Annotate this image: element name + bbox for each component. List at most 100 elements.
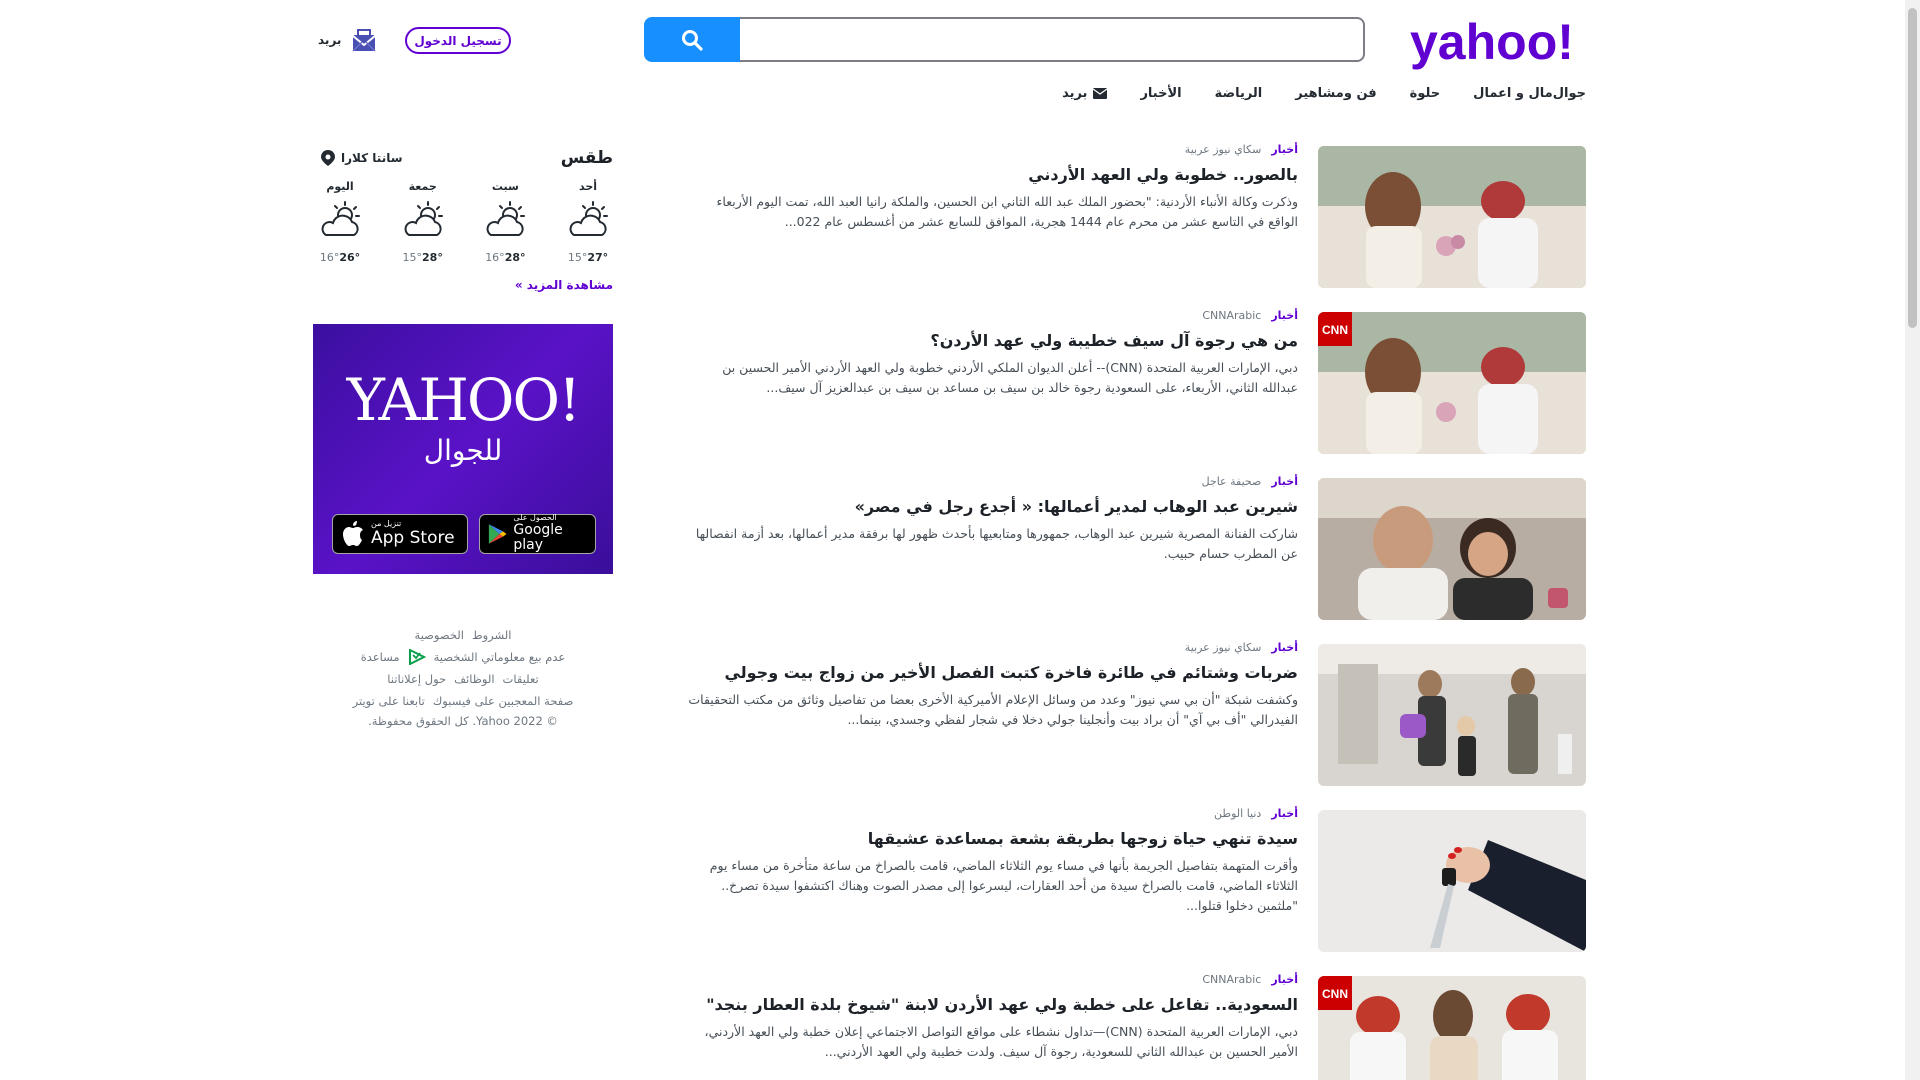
footer-do-not-sell-link[interactable]: عدم بيع معلوماتي الشخصية bbox=[434, 646, 566, 668]
nav-item-lifestyle[interactable]: حلوة bbox=[1410, 86, 1441, 101]
story-headline[interactable]: ضربات وشتائم في طائرة فاخرة كتبت الفصل ا… bbox=[688, 662, 1298, 684]
story-category[interactable]: أخبار bbox=[1271, 309, 1298, 322]
nav-item-finance[interactable]: مال و اعمال bbox=[1473, 86, 1553, 101]
mail-link[interactable]: بريد bbox=[318, 27, 377, 53]
footer-jobs-link[interactable]: الوظائف bbox=[454, 668, 494, 690]
story-summary: شاركت الفنانة المصرية شيرين عبد الوهاب، … bbox=[695, 526, 1298, 561]
temp-high: 28° bbox=[422, 251, 443, 264]
search-button[interactable] bbox=[644, 17, 740, 62]
nav-item-mail[interactable]: بريد bbox=[1062, 86, 1108, 101]
story-item[interactable]: أخبار صحيفة عاجل شيرين عبد الوهاب لمدير أ… bbox=[688, 475, 1586, 620]
footer-help-link[interactable]: مساعدة bbox=[361, 646, 400, 668]
nav-label: الأخبار bbox=[1140, 86, 1182, 101]
yahoo-logo[interactable]: yahoo! bbox=[1410, 15, 1586, 71]
story-item[interactable]: أخبار دنيا الوطن سيدة تنهي حياة زوجها بطر… bbox=[688, 807, 1586, 952]
app-store-label: App Store bbox=[371, 528, 455, 549]
story-thumbnail[interactable] bbox=[1318, 146, 1586, 288]
temp-low: 16° bbox=[485, 251, 505, 264]
story-thumbnail[interactable]: CNN bbox=[1318, 976, 1586, 1080]
day-name: اليوم bbox=[326, 180, 354, 193]
login-button[interactable]: تسجيل الدخول bbox=[405, 27, 511, 54]
nav-item-celebrity[interactable]: فن ومشاهير bbox=[1295, 86, 1376, 101]
forecast-day[interactable]: جمعة 15°28° bbox=[398, 180, 448, 264]
temp-high: 27° bbox=[587, 251, 609, 264]
story-category[interactable]: أخبار bbox=[1271, 475, 1298, 488]
story-category[interactable]: أخبار bbox=[1271, 143, 1298, 156]
story-summary: دبي، الإمارات العربية المتحدة (CNN)-- أع… bbox=[722, 360, 1298, 395]
story-summary: دبي، الإمارات العربية المتحدة (CNN)—تداو… bbox=[704, 1024, 1298, 1059]
search-icon bbox=[682, 29, 703, 51]
svg-text:yahoo!: yahoo! bbox=[1410, 15, 1574, 70]
story-summary: وذكرت وكالة الأنباء الأردنية: "بحضور الم… bbox=[716, 194, 1298, 229]
nav-label: جوال bbox=[1552, 86, 1586, 101]
story-headline[interactable]: بالصور.. خطوبة ولي العهد الأردني bbox=[688, 164, 1298, 186]
search-bar bbox=[644, 17, 1365, 62]
cnn-badge: CNN bbox=[1322, 323, 1348, 337]
nav-item-mobile[interactable]: جوال bbox=[1553, 86, 1586, 101]
story-category[interactable]: أخبار bbox=[1271, 641, 1298, 654]
story-headline[interactable]: السعودية.. تفاعل على خطبة ولي عهد الأردن… bbox=[688, 994, 1298, 1016]
nav-item-sports[interactable]: الرياضة bbox=[1215, 86, 1263, 101]
forecast-day[interactable]: سبت 16°28° bbox=[480, 180, 530, 264]
footer-terms-link[interactable]: الشروط bbox=[472, 624, 512, 646]
day-temp: 15°27° bbox=[563, 251, 613, 264]
weather-location[interactable]: سانتا كلارا bbox=[321, 150, 403, 166]
footer-privacy-link[interactable]: الخصوصية bbox=[415, 624, 464, 646]
mail-icon bbox=[352, 29, 377, 52]
temp-low: 16° bbox=[319, 251, 340, 264]
ad-yahoo-logo: YAHOO! bbox=[346, 366, 582, 434]
story-headline[interactable]: سيدة تنهي حياة زوجها بطريقة بشعة بمساعدة… bbox=[688, 828, 1298, 850]
story-thumbnail[interactable] bbox=[1318, 478, 1586, 620]
story-thumbnail[interactable] bbox=[1318, 644, 1586, 786]
footer-ads-link[interactable]: حول إعلاناتنا bbox=[387, 668, 446, 690]
footer-facebook-link[interactable]: صفحة المعجبين على فيسبوك bbox=[433, 690, 574, 712]
day-name: سبت bbox=[491, 180, 519, 193]
nav-label: الرياضة bbox=[1214, 86, 1263, 101]
weather-more-link[interactable]: مشاهدة المزيد » bbox=[515, 278, 613, 292]
forecast-day[interactable]: أحد 15°27° bbox=[563, 180, 613, 264]
app-store-button[interactable]: تنزيل من App Store bbox=[332, 514, 468, 554]
nav-label: فن ومشاهير bbox=[1295, 86, 1377, 101]
story-thumbnail[interactable] bbox=[1318, 810, 1586, 952]
story-source: CNNArabic bbox=[1202, 973, 1262, 986]
day-temp: 15°28° bbox=[398, 251, 448, 264]
story-source: دنيا الوطن bbox=[1213, 807, 1262, 820]
page-scrollbar[interactable] bbox=[1905, 0, 1920, 1080]
story-item[interactable]: CNN أخبار CNNArabic من هي رجوة آل سيف خطي… bbox=[688, 309, 1586, 454]
nav-label: بريد bbox=[1062, 86, 1088, 101]
temp-low: 15° bbox=[567, 251, 588, 264]
ad-subtitle: للجوال bbox=[423, 434, 503, 467]
story-category[interactable]: أخبار bbox=[1271, 973, 1298, 986]
temp-high: 28° bbox=[504, 251, 526, 264]
partly-cloudy-icon bbox=[404, 201, 443, 236]
nav-item-news[interactable]: الأخبار bbox=[1140, 86, 1181, 101]
google-play-icon bbox=[488, 524, 507, 544]
story-headline[interactable]: من هي رجوة آل سيف خطيبة ولي عهد الأردن؟ bbox=[688, 330, 1298, 352]
cnn-badge: CNN bbox=[1322, 987, 1348, 1001]
forecast-day[interactable]: اليوم 16°26° bbox=[315, 180, 365, 264]
story-item[interactable]: CNN أخبار CNNArabic السعودية.. تفاعل على … bbox=[690, 973, 1586, 1080]
mobile-app-ad[interactable]: YAHOO! للجوال تنزيل من App Store الحصول … bbox=[313, 324, 613, 574]
forecast-days: اليوم 16°26° جمعة 15°28° سبت 16°28° أحد … bbox=[313, 180, 613, 264]
partly-cloudy-icon bbox=[321, 201, 361, 236]
footer-comments-link[interactable]: تعليقات bbox=[503, 668, 539, 690]
day-temp: 16°28° bbox=[480, 251, 530, 264]
story-item[interactable]: أخبار سكاي نيوز عربية بالصور.. خطوبة ولي … bbox=[688, 143, 1586, 288]
mail-icon bbox=[1093, 88, 1108, 99]
story-source: سكاي نيوز عربية bbox=[1184, 143, 1262, 156]
story-source: صحيفة عاجل bbox=[1201, 475, 1262, 488]
nav-label: مال و اعمال bbox=[1473, 86, 1553, 101]
search-input[interactable] bbox=[740, 17, 1365, 62]
nav-label: حلوة bbox=[1409, 86, 1441, 101]
story-headline[interactable]: شيرين عبد الوهاب لمدير أعمالها: « أجدع ر… bbox=[688, 496, 1298, 518]
scrollbar-thumb[interactable] bbox=[1908, 8, 1917, 328]
google-play-button[interactable]: الحصول على Google play bbox=[479, 513, 596, 554]
temp-low: 15° bbox=[402, 251, 423, 264]
story-category[interactable]: أخبار bbox=[1271, 807, 1298, 820]
story-item[interactable]: أخبار سكاي نيوز عربية ضربات وشتائم في طائ… bbox=[688, 641, 1586, 786]
story-thumbnail[interactable]: CNN bbox=[1318, 312, 1586, 454]
mail-label: بريد bbox=[318, 33, 342, 47]
footer: الشروط الخصوصية عدم بيع معلوماتي الشخصية… bbox=[313, 624, 613, 730]
footer-twitter-link[interactable]: تابعنا على تويتر bbox=[353, 690, 425, 712]
privacy-options-icon bbox=[408, 649, 426, 665]
